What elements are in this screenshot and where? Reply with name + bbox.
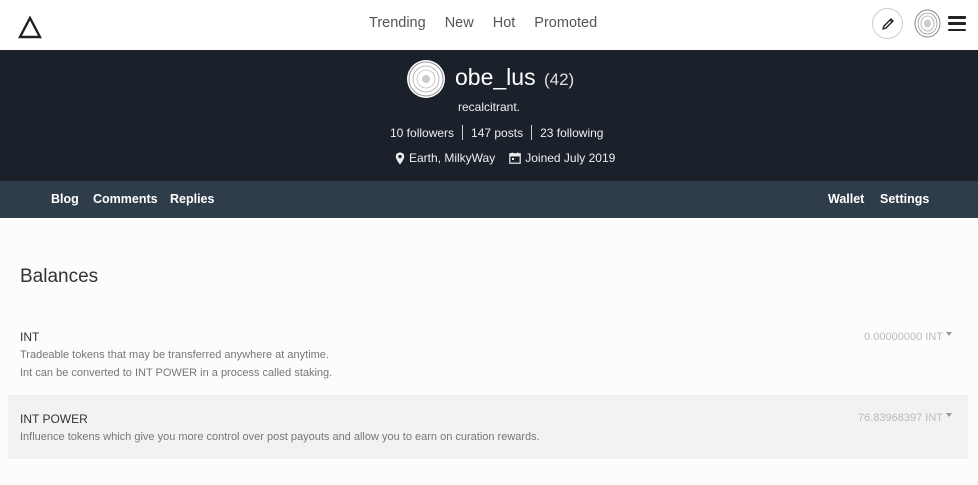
nav-new[interactable]: New bbox=[445, 14, 474, 32]
user-avatar-icon[interactable] bbox=[914, 9, 941, 38]
tab-replies[interactable]: Replies bbox=[170, 192, 214, 206]
balance-description: Influence tokens which give you more con… bbox=[20, 431, 540, 443]
nav-promoted[interactable]: Promoted bbox=[534, 14, 597, 32]
profile-joined: Joined July 2019 bbox=[525, 151, 616, 165]
balance-value: 76.83968397 INT bbox=[857, 412, 943, 424]
hamburger-menu-icon[interactable] bbox=[948, 16, 966, 31]
followers-count[interactable]: 10 followers bbox=[390, 126, 454, 140]
profile-meta: Earth, MilkyWay Joined July 2019 bbox=[395, 151, 629, 165]
posts-count: 147 posts bbox=[471, 125, 524, 140]
profile-stats: 10 followers 147 posts 23 following bbox=[390, 125, 603, 140]
balance-description-2: Int can be converted to INT POWER in a p… bbox=[20, 367, 333, 379]
profile-location: Earth, MilkyWay bbox=[409, 151, 496, 165]
caret-down-icon bbox=[946, 413, 952, 418]
profile-name: obe_lus (42) bbox=[455, 64, 574, 91]
following-count[interactable]: 23 following bbox=[540, 126, 603, 140]
pencil-icon bbox=[881, 17, 894, 30]
balance-name: INT POWER bbox=[20, 412, 88, 426]
profile-about: recalcitrant. bbox=[457, 100, 521, 114]
nav-hot[interactable]: Hot bbox=[493, 14, 516, 32]
balance-row-int: INT Tradeable tokens that may be transfe… bbox=[8, 322, 968, 386]
compose-button[interactable] bbox=[872, 8, 903, 39]
location-pin-icon bbox=[395, 152, 405, 164]
nav-trending[interactable]: Trending bbox=[369, 14, 426, 32]
balance-value: 0.00000000 INT bbox=[864, 331, 943, 343]
triangle-logo-icon[interactable] bbox=[18, 16, 42, 40]
tab-blog[interactable]: Blog bbox=[51, 192, 79, 206]
main-nav: Trending New Hot Promoted bbox=[369, 14, 616, 32]
profile-reputation: (42) bbox=[543, 70, 575, 89]
caret-down-icon bbox=[946, 332, 952, 337]
balance-value-dropdown[interactable]: 76.83968397 INT bbox=[858, 412, 952, 424]
top-header: Trending New Hot Promoted bbox=[0, 0, 978, 50]
balance-name: INT bbox=[20, 330, 40, 344]
profile-username: obe_lus bbox=[455, 64, 536, 90]
profile-subnav: Blog Comments Replies Wallet Settings bbox=[0, 181, 978, 218]
tab-wallet[interactable]: Wallet bbox=[828, 192, 864, 206]
profile-banner: obe_lus (42) recalcitrant. 10 followers … bbox=[0, 50, 978, 181]
balances-title: Balances bbox=[20, 266, 99, 287]
tab-comments[interactable]: Comments bbox=[93, 192, 158, 206]
calendar-icon bbox=[509, 152, 522, 164]
balance-row-int-power: INT POWER Influence tokens which give yo… bbox=[8, 395, 968, 459]
balance-value-dropdown[interactable]: 0.00000000 INT bbox=[864, 331, 952, 343]
balance-description: Tradeable tokens that may be transferred… bbox=[20, 349, 329, 361]
profile-avatar bbox=[407, 60, 445, 98]
tab-settings[interactable]: Settings bbox=[880, 192, 929, 206]
